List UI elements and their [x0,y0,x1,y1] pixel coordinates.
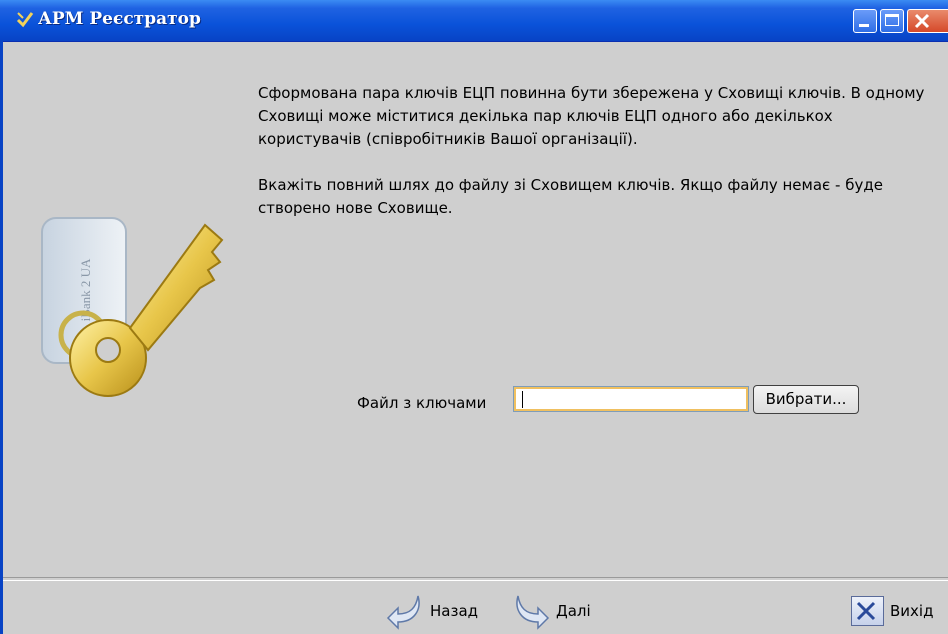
app-icon [16,12,34,28]
main-window: АРМ Реєстратор iBank 2 UA Сформована пар… [0,0,948,634]
instruction-text-1: Сформована пара ключів ЕЦП повинна бути … [258,84,925,148]
key-icon: iBank 2 UA [41,217,224,397]
next-arrow-icon [516,595,550,630]
browse-button[interactable]: Вибрати... [753,385,859,414]
close-button[interactable] [907,9,948,33]
window-title: АРМ Реєстратор [38,9,201,29]
key-file-input[interactable] [513,386,749,412]
maximize-button[interactable] [880,9,904,33]
close-icon [914,13,930,29]
next-button[interactable]: Далі [510,592,591,630]
text-caret [522,391,523,408]
minimize-button[interactable] [853,9,877,33]
footer-separator [3,577,948,581]
back-arrow-icon [386,595,420,630]
back-button[interactable]: Назад [384,592,478,630]
next-label: Далі [556,602,591,620]
file-field-label: Файл з ключами [357,394,487,412]
back-label: Назад [430,602,479,620]
exit-button[interactable]: Вихід [851,592,933,630]
exit-label: Вихід [890,602,934,620]
window-border [0,41,3,634]
exit-icon [851,596,884,626]
instruction-text-2: Вкажіть повний шлях до файлу зі Сховищем… [258,176,883,217]
title-bar[interactable]: АРМ Реєстратор [0,0,948,42]
